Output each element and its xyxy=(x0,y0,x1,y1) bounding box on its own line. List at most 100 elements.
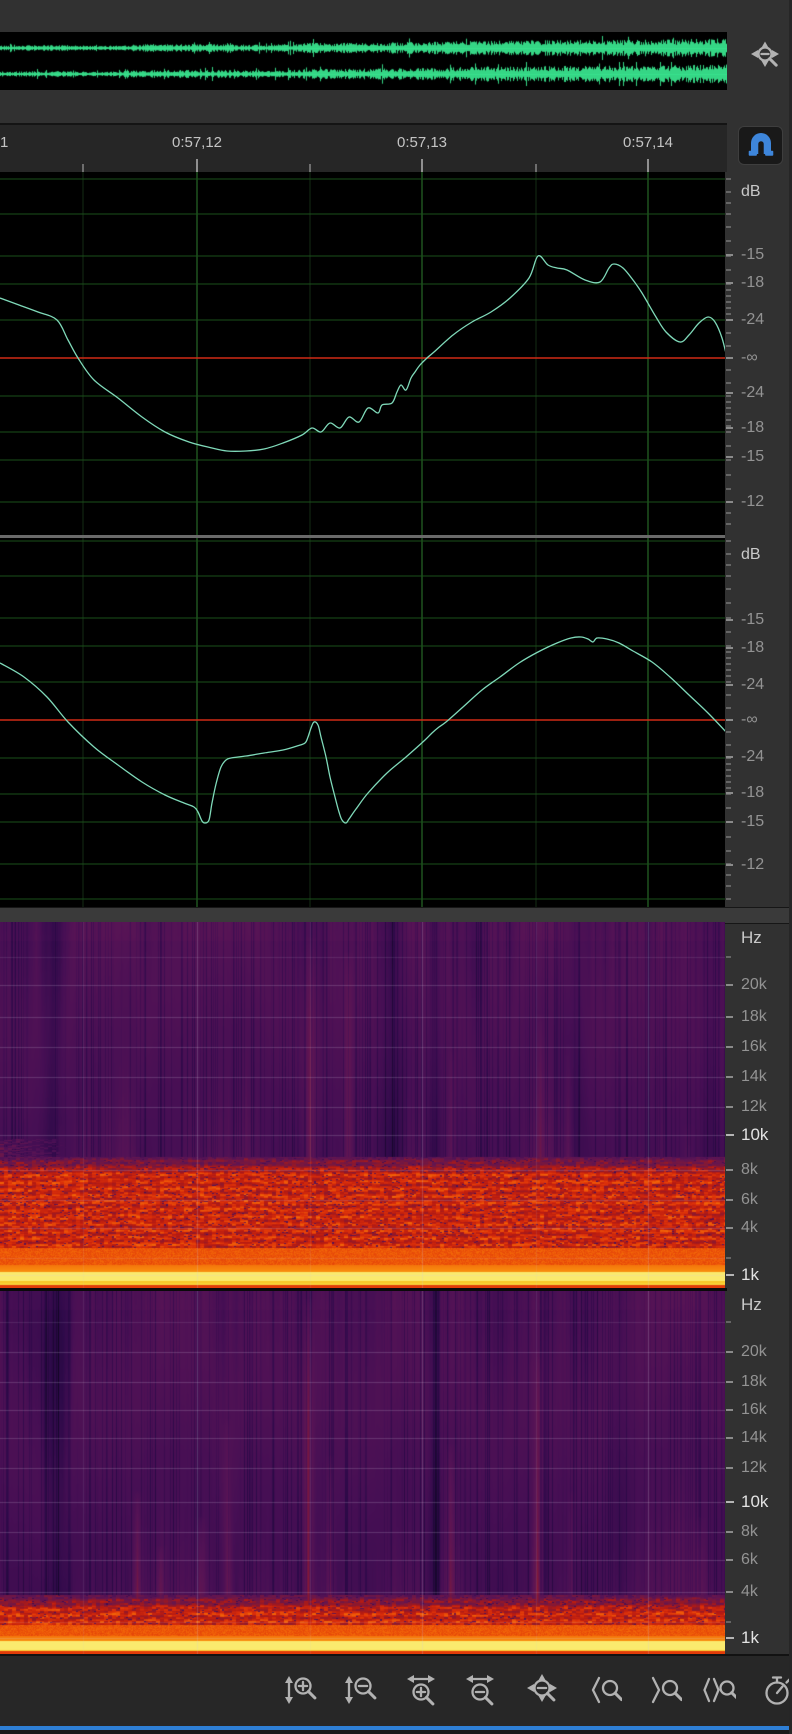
hz-scale-label: 18k xyxy=(741,1008,767,1026)
ruler-time-label: 0:57,12 xyxy=(172,134,222,151)
db-scale-tick xyxy=(726,553,731,555)
db-scale-tick xyxy=(726,885,731,887)
db-scale-tick xyxy=(726,419,731,421)
zoom-out-horizontal-icon xyxy=(462,1672,498,1713)
zoom-reset-button[interactable] xyxy=(522,1672,562,1712)
waveform-channel-left[interactable] xyxy=(0,172,725,535)
db-scale-label: -15 xyxy=(741,611,764,629)
zoom-out-vertical-button[interactable] xyxy=(340,1672,380,1712)
db-scale-tick xyxy=(726,382,731,384)
db-scale-tick xyxy=(726,836,731,838)
hz-scale-header: Hz xyxy=(741,1295,762,1315)
hz-scale-tick xyxy=(726,1046,733,1048)
db-scale-tick xyxy=(726,413,731,415)
hz-scale-tick xyxy=(726,984,733,986)
hz-scale-tick xyxy=(726,956,731,958)
hz-scale-tick xyxy=(726,1106,733,1108)
db-scale-tick xyxy=(726,313,731,315)
db-scale-tick xyxy=(726,681,731,683)
hz-scale-tick xyxy=(726,1501,734,1503)
spectrogram-channel-left[interactable] xyxy=(0,922,725,1288)
db-scale-tick xyxy=(726,663,731,665)
ruler-minor-tick xyxy=(309,164,311,172)
hz-scale-tick xyxy=(726,1321,731,1323)
db-scale-tick xyxy=(726,488,731,490)
db-scale-tick xyxy=(726,807,731,809)
db-scale-tick xyxy=(726,178,731,180)
db-scale-tick xyxy=(726,874,731,876)
hz-scale-tick xyxy=(726,1437,733,1439)
db-scale-tick xyxy=(726,407,731,409)
db-scale-tick xyxy=(726,226,731,228)
hz-scale-tick xyxy=(726,1621,731,1623)
db-scale-label: -18 xyxy=(741,784,764,802)
audio-editor-window: 10:57,120:57,130:57,14 dB-15-18-24-∞-24-… xyxy=(0,0,792,1734)
db-scale-tick xyxy=(726,456,733,458)
db-scale-tick xyxy=(726,523,731,525)
time-display-settings-button[interactable] xyxy=(757,1672,792,1712)
db-scale-tick xyxy=(726,395,731,397)
db-scale-tick xyxy=(726,647,733,649)
db-scale-tick xyxy=(726,684,733,686)
zoom-in-vertical-icon xyxy=(282,1672,318,1713)
zoom-out-horizontal-button[interactable] xyxy=(460,1672,500,1712)
zoom-to-selection-icon xyxy=(700,1672,736,1713)
snap-toggle-button[interactable] xyxy=(738,126,783,165)
db-scale-tick xyxy=(726,631,731,633)
hz-scale-tick xyxy=(726,1227,733,1229)
db-scale-tick xyxy=(726,707,731,709)
hz-scale-label: 4k xyxy=(741,1583,758,1601)
db-scale-tick xyxy=(726,651,731,653)
db-scale-tick xyxy=(726,669,731,671)
db-scale-label: -18 xyxy=(741,419,764,437)
zoom-in-left-edge-icon xyxy=(586,1672,622,1713)
db-scale-tick xyxy=(726,289,731,291)
ruler-minor-tick xyxy=(535,164,537,172)
spectrogram-channel-right[interactable] xyxy=(0,1291,725,1654)
zoom-out-full-icon xyxy=(749,41,785,82)
db-scale-label: -24 xyxy=(741,748,764,766)
db-scale-tick xyxy=(726,602,731,604)
overview-waveform[interactable] xyxy=(0,32,727,90)
db-scale-label: -15 xyxy=(741,448,764,466)
db-scale-tick xyxy=(726,540,731,542)
hz-scale-tick xyxy=(726,1274,734,1276)
db-scale-tick xyxy=(726,357,733,359)
db-scale-tick xyxy=(726,445,731,447)
zoom-to-selection-button[interactable] xyxy=(698,1672,738,1712)
hz-scale-tick xyxy=(726,1409,733,1411)
zoom-in-right-edge-button[interactable] xyxy=(644,1672,684,1712)
db-scale-header: dB xyxy=(741,183,761,201)
ruler-major-tick xyxy=(196,159,198,172)
db-scale-tick xyxy=(726,319,733,321)
db-scale-tick xyxy=(726,427,733,429)
zoom-in-left-edge-button[interactable] xyxy=(584,1672,624,1712)
hz-scale-label: 1k xyxy=(741,1265,759,1285)
channel-divider xyxy=(0,535,725,538)
db-scale-label: -18 xyxy=(741,639,764,657)
hz-scale-label: 10k xyxy=(741,1492,768,1512)
hz-scale-tick xyxy=(726,1169,733,1171)
hz-scale-tick xyxy=(726,1531,733,1533)
db-scale-label: -12 xyxy=(741,856,764,874)
db-scale-tick xyxy=(726,588,731,590)
db-scale-tick xyxy=(726,282,733,284)
time-display-settings-icon xyxy=(759,1672,792,1713)
hz-scale-tick xyxy=(726,1076,733,1078)
hz-scale-label: 14k xyxy=(741,1429,767,1447)
zoom-in-vertical-button[interactable] xyxy=(280,1672,320,1712)
hz-scale-tick xyxy=(726,1351,733,1353)
db-scale-tick xyxy=(726,744,731,746)
db-scale-tick xyxy=(726,775,731,777)
timeline-ruler[interactable]: 10:57,120:57,130:57,14 xyxy=(0,123,727,172)
db-scale-tick xyxy=(726,787,731,789)
magnet-icon xyxy=(741,126,781,166)
hz-scale-tick xyxy=(726,1016,733,1018)
overview-zoom-out-button[interactable] xyxy=(748,42,786,80)
waveform-channel-right[interactable] xyxy=(0,538,725,907)
zoom-in-horizontal-button[interactable] xyxy=(401,1672,441,1712)
db-scale-tick xyxy=(726,657,731,659)
db-scale-tick xyxy=(726,850,731,852)
hz-scale-label: 10k xyxy=(741,1125,768,1145)
db-scale-tick xyxy=(726,501,733,503)
